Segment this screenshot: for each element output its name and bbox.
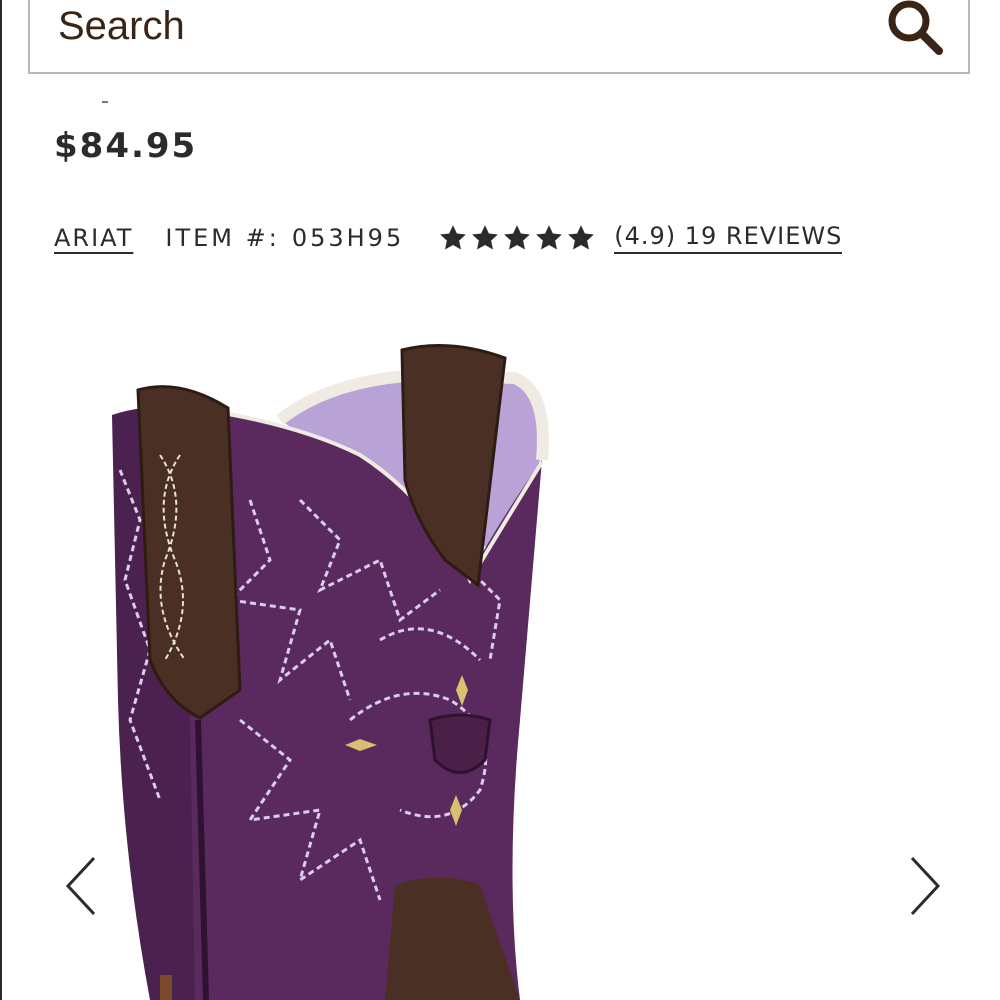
search-input[interactable] — [58, 0, 858, 52]
search-icon — [888, 0, 943, 55]
star-rating — [438, 223, 596, 253]
star-icon — [472, 225, 499, 250]
chevron-left-icon — [65, 856, 96, 916]
reviews-link[interactable]: (4.9) 19 REVIEWS — [614, 222, 843, 254]
product-meta-row: ARIAT ITEM #: 053H95 (4.9) 19 REVIEWS — [54, 220, 954, 256]
gallery-next-button[interactable] — [894, 846, 954, 926]
search-bar — [28, 0, 970, 74]
chevron-right-icon — [910, 856, 941, 916]
star-icon — [536, 225, 563, 250]
star-icon — [568, 225, 595, 250]
gallery-prev-button[interactable] — [52, 846, 112, 926]
item-number-label: ITEM #: — [165, 224, 280, 252]
product-image-gallery[interactable] — [0, 300, 1000, 1000]
star-icon — [440, 225, 467, 250]
brand-link[interactable]: ARIAT — [54, 224, 133, 252]
star-icon — [504, 225, 531, 250]
divider-mark — [102, 101, 108, 103]
item-number-value: 053H95 — [291, 224, 405, 252]
product-price: $84.95 — [54, 126, 198, 166]
search-button[interactable] — [880, 0, 950, 60]
product-image-boot — [112, 344, 549, 1000]
